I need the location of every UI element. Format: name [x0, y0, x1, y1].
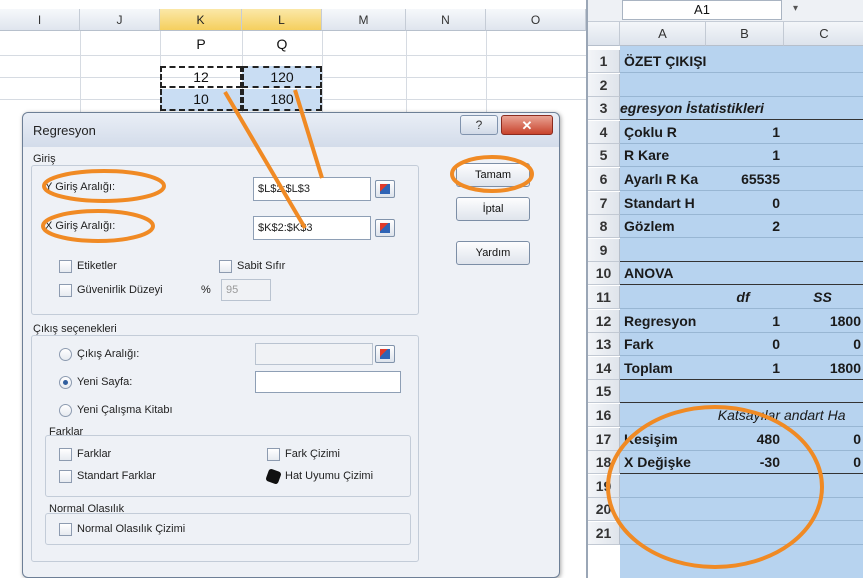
x-range-connector-line	[223, 90, 307, 230]
y-range-connector-line	[293, 89, 324, 179]
y-range-highlight	[42, 169, 166, 203]
coefficients-highlight	[606, 405, 824, 569]
right-spreadsheet: A1 ▾ A B C 1 ÖZET ÇIKIŞI 2 3 egresyon İstati…	[586, 0, 863, 578]
x-range-highlight	[41, 209, 155, 243]
coefficient-annotation-overlay	[606, 405, 824, 569]
annotation-overlay	[41, 89, 534, 243]
left-spreadsheet: I J K L M N O P Q 12 120 10 180 Regresyo…	[0, 0, 586, 578]
ok-button-highlight	[450, 155, 534, 193]
